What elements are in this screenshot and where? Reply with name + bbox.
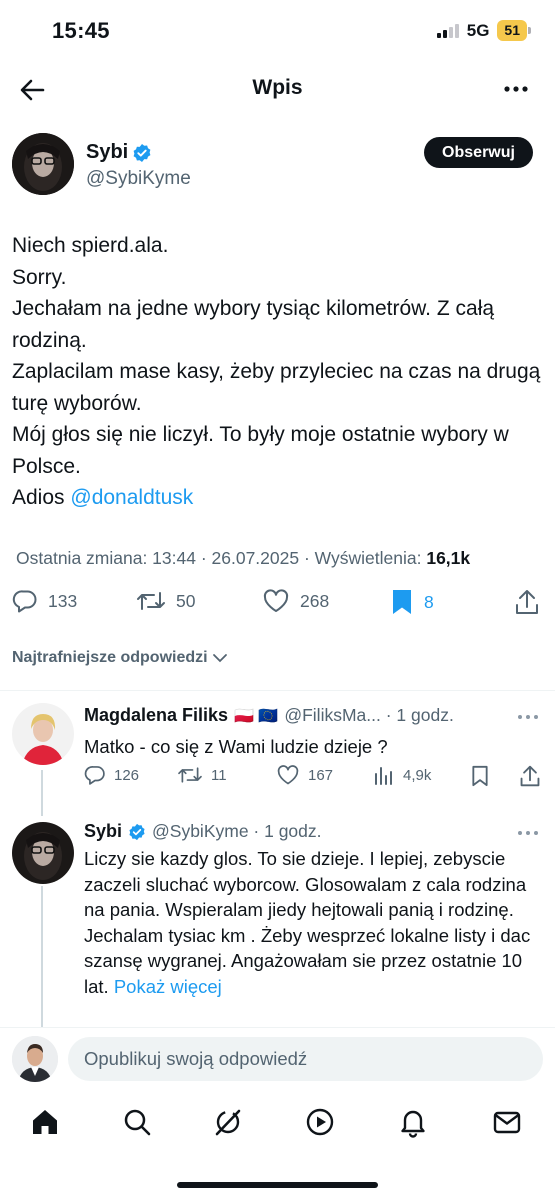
thread-line — [41, 770, 43, 816]
heart-icon — [276, 764, 300, 786]
reply-author[interactable]: Sybi @SybiKyme · 1 godz. — [84, 821, 322, 842]
reply-action[interactable]: 133 — [12, 588, 77, 614]
view-count: 16,1k — [426, 548, 471, 568]
notifications-icon[interactable] — [397, 1106, 429, 1138]
page-title: Wpis — [252, 76, 303, 99]
reply-input[interactable]: Opublikuj swoją odpowiedź — [68, 1037, 543, 1081]
author-name[interactable]: Sybi — [86, 141, 152, 164]
repost-action[interactable]: 50 — [136, 588, 195, 614]
mention-link[interactable]: @donaldtusk — [70, 486, 193, 509]
replies-sort-dropdown[interactable]: Najtrafniejsze odpowiedzi — [12, 649, 228, 667]
reply-author[interactable]: Magdalena Filiks 🇵🇱 🇪🇺 @FiliksMa... · 1 … — [84, 705, 454, 726]
reply-handle-time: @FiliksMa... · 1 godz. — [284, 705, 454, 725]
reply-more-icon[interactable] — [517, 828, 539, 838]
status-icons: 5G 51 — [436, 20, 531, 41]
tweet-meta: Ostatnia zmiana: 13:44 · 26.07.2025 · Wy… — [16, 548, 470, 569]
reply-count: 133 — [48, 590, 78, 611]
reply-text: Matko - co się z Wami ludzie dzieje ? — [84, 736, 388, 757]
search-icon[interactable] — [121, 1106, 153, 1138]
share-icon — [519, 764, 541, 788]
replies-sort-label: Najtrafniejsze odpowiedzi — [12, 649, 208, 666]
repost-count: 50 — [176, 590, 196, 611]
repost-count: 11 — [211, 766, 227, 784]
reply-author-name: Magdalena Filiks — [84, 705, 229, 725]
tweet-line-last: Adios @donaldtusk — [12, 482, 547, 514]
reply-author-name: Sybi — [84, 821, 123, 841]
author-avatar[interactable] — [12, 133, 74, 195]
tweet-actions: 133 50 268 8 — [0, 588, 555, 622]
share-icon — [514, 588, 540, 616]
reply-reply-action[interactable]: 126 — [84, 764, 139, 786]
reply-bookmark-action[interactable] — [470, 764, 490, 788]
battery-icon: 51 — [497, 20, 531, 41]
tweet-line: Mój głos się nie liczył. To były moje os… — [12, 423, 509, 478]
more-options-icon[interactable] — [503, 82, 529, 96]
like-count: 167 — [308, 766, 334, 784]
bookmark-icon — [470, 764, 490, 788]
tweet-line-prefix: Adios — [12, 486, 71, 509]
user-avatar[interactable] — [12, 1036, 58, 1082]
reply-handle-time: @SybiKyme · 1 godz. — [152, 821, 322, 841]
reply-more-icon[interactable] — [517, 712, 539, 722]
home-indicator — [177, 1182, 378, 1188]
reply-count: 126 — [114, 766, 140, 784]
repost-icon — [177, 764, 203, 786]
video-icon[interactable] — [304, 1106, 336, 1138]
reply-views-action[interactable]: 4,9k — [373, 764, 431, 786]
tweet-line: Niech spierd.ala. — [12, 234, 169, 257]
tweet-text: Niech spierd.ala. Sorry. Jechałam na jed… — [12, 230, 547, 514]
reply-text: Liczy sie kazdy glos. To sie dzieje. I l… — [84, 848, 531, 997]
messages-icon[interactable] — [491, 1106, 523, 1138]
reply-actions: 126 11 167 4,9k — [0, 764, 555, 792]
reply-repost-action[interactable]: 11 — [177, 764, 227, 786]
author-name-text: Sybi — [86, 141, 129, 163]
bookmark-count: 8 — [424, 591, 434, 612]
verified-badge-icon — [132, 143, 152, 163]
reply-like-action[interactable]: 167 — [276, 764, 333, 786]
signal-icon — [436, 23, 459, 38]
tweet-line: Zaplacilam mase kasy, żeby przyleciec na… — [12, 360, 541, 415]
reply-text-block: Liczy sie kazdy glos. To sie dzieje. I l… — [84, 846, 544, 1027]
reply-avatar[interactable] — [12, 703, 74, 765]
reply-icon — [12, 588, 38, 614]
share-action[interactable] — [514, 588, 540, 616]
analytics-icon — [373, 764, 395, 786]
flags: 🇵🇱 🇪🇺 — [234, 707, 279, 725]
grok-icon[interactable] — [212, 1106, 244, 1138]
network-label: 5G — [466, 20, 490, 40]
heart-icon — [262, 588, 290, 614]
bookmark-action[interactable]: 8 — [390, 588, 434, 616]
view-count: 4,9k — [403, 766, 432, 784]
reply-avatar[interactable] — [12, 822, 74, 884]
author-handle[interactable]: @SybiKyme — [86, 168, 191, 190]
repost-icon — [136, 588, 166, 614]
reply-icon — [84, 764, 106, 786]
battery-level: 51 — [497, 20, 527, 41]
status-time: 15:45 — [52, 18, 110, 43]
thread-line — [41, 886, 43, 1027]
like-action[interactable]: 268 — [262, 588, 329, 614]
tweet-meta-text: Ostatnia zmiana: 13:44 · 26.07.2025 · Wy… — [16, 548, 427, 568]
bookmark-icon — [390, 588, 414, 616]
tweet-line: Sorry. — [12, 265, 67, 289]
show-more-link[interactable]: Pokaż więcej — [114, 976, 222, 997]
follow-button[interactable]: Obserwuj — [424, 137, 533, 168]
divider — [0, 690, 555, 691]
reply-share-action[interactable] — [519, 764, 541, 788]
chevron-down-icon — [212, 652, 228, 664]
home-icon[interactable] — [29, 1106, 61, 1138]
tweet-line: Jechałam na jedne wybory tysiąc kilometr… — [12, 297, 495, 352]
like-count: 268 — [300, 590, 330, 611]
verified-badge-icon — [128, 823, 146, 841]
